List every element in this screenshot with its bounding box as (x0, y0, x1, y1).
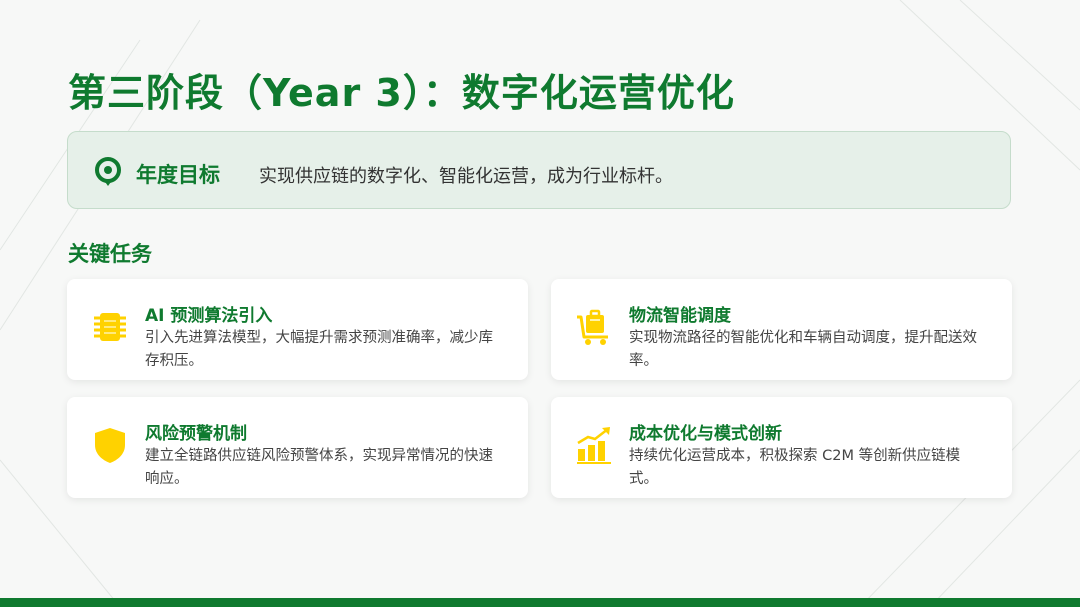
task-card-ai-prediction: AI 预测算法引入 引入先进算法模型，大幅提升需求预测准确率，减少库存积压。 (67, 279, 528, 380)
card-description: 引入先进算法模型，大幅提升需求预测准确率，减少库存积压。 (145, 330, 493, 369)
annual-goal-box: 年度目标 实现供应链的数字化、智能化运营，成为行业标杆。 (67, 131, 1011, 209)
growth-chart-icon (577, 427, 611, 464)
goal-label: 年度目标 (136, 163, 220, 187)
card-description: 实现物流路径的智能优化和车辆自动调度，提升配送效率。 (629, 330, 977, 369)
task-card-logistics: 物流智能调度 实现物流路径的智能优化和车辆自动调度，提升配送效率。 (551, 279, 1012, 380)
bottom-accent-bar (0, 598, 1080, 607)
card-title: 风险预警机制 (145, 424, 247, 444)
card-title: AI 预测算法引入 (145, 306, 273, 326)
goal-text: 实现供应链的数字化、智能化运营，成为行业标杆。 (259, 166, 673, 187)
page-title: 第三阶段（Year 3）：数字化运营优化 (68, 71, 735, 115)
shield-icon (95, 428, 125, 463)
task-card-cost-innovation: 成本优化与模式创新 持续优化运营成本，积极探索 C2M 等创新供应链模式。 (551, 397, 1012, 498)
task-card-risk-warning: 风险预警机制 建立全链路供应链风险预警体系，实现异常情况的快速响应。 (67, 397, 528, 498)
target-icon (95, 157, 121, 186)
card-description: 建立全链路供应链风险预警体系，实现异常情况的快速响应。 (145, 448, 493, 487)
chip-icon (94, 313, 126, 341)
delivery-cart-icon (577, 309, 608, 345)
card-title: 成本优化与模式创新 (629, 424, 782, 444)
card-title: 物流智能调度 (629, 306, 731, 326)
section-title: 关键任务 (68, 242, 152, 266)
card-description: 持续优化运营成本，积极探索 C2M 等创新供应链模式。 (629, 448, 961, 487)
